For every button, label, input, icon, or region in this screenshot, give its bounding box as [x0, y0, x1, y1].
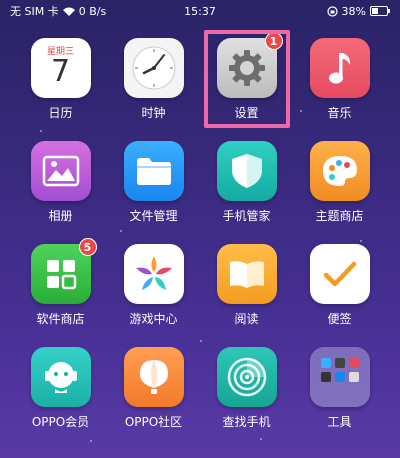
palette-icon: [309, 141, 370, 201]
app-label: 手机管家: [222, 209, 271, 223]
app-settings[interactable]: 1 设置: [200, 30, 293, 133]
game-star-icon: [123, 244, 184, 304]
app-theme-store[interactable]: 主题商店: [293, 133, 386, 236]
app-tools-folder[interactable]: 工具: [293, 339, 386, 442]
app-oppo-member[interactable]: OPPO会员: [14, 339, 107, 442]
app-phone-manager[interactable]: 手机管家: [200, 133, 293, 236]
clock-icon: [123, 38, 184, 98]
status-left: 无 SIM 卡 0 B/s: [10, 3, 106, 19]
app-game-center[interactable]: 游戏中心: [107, 236, 200, 339]
app-label: 设置: [234, 106, 259, 120]
carrier-text: 无 SIM 卡: [10, 5, 59, 18]
app-oppo-community[interactable]: OPPO社区: [107, 339, 200, 442]
notification-badge: 5: [78, 238, 97, 256]
status-right: 38%: [326, 4, 390, 18]
member-icon: [30, 347, 91, 407]
app-calendar[interactable]: 星期三 7 日历: [14, 30, 107, 133]
app-label: 阅读: [234, 312, 259, 326]
app-label: 文件管理: [129, 209, 178, 223]
app-gallery[interactable]: 相册: [14, 133, 107, 236]
calendar-day: 7: [50, 54, 71, 89]
wifi-icon: [62, 7, 75, 16]
notification-badge: 1: [264, 32, 283, 50]
app-file-manager[interactable]: 文件管理: [107, 133, 200, 236]
app-label: 时钟: [141, 106, 166, 120]
app-label: 主题商店: [315, 209, 364, 223]
app-music[interactable]: 音乐: [293, 30, 386, 133]
checkmark-note-icon: [309, 244, 370, 304]
app-label: 音乐: [327, 106, 352, 120]
folder-icon: [123, 141, 184, 201]
app-notes[interactable]: 便签: [293, 236, 386, 339]
app-label: 日历: [48, 106, 73, 120]
app-clock[interactable]: 时钟: [107, 30, 200, 133]
music-note-icon: [309, 38, 370, 98]
app-label: 软件商店: [36, 312, 85, 326]
status-bar: 无 SIM 卡 0 B/s 15:37 38%: [0, 0, 400, 22]
app-grid: 星期三 7 日历 时钟 1 设置 音乐 相册 文件管理 手机管家 主题商店 5 …: [14, 30, 386, 442]
app-software-store[interactable]: 5 软件商店: [14, 236, 107, 339]
app-label: 游戏中心: [129, 312, 178, 326]
app-label: 查找手机: [222, 415, 271, 429]
app-label: 工具: [327, 415, 352, 429]
radar-icon: [216, 347, 277, 407]
app-label: 便签: [327, 312, 352, 326]
app-store-icon: 5: [30, 238, 97, 304]
calendar-icon: 星期三 7: [30, 38, 91, 98]
app-find-phone[interactable]: 查找手机: [200, 339, 293, 442]
app-reading[interactable]: 阅读: [200, 236, 293, 339]
gear-icon: 1: [216, 32, 283, 98]
balloon-icon: [123, 347, 184, 407]
battery-percent: 38%: [341, 4, 366, 18]
folder-grid-icon: [309, 347, 370, 407]
app-label: 相册: [48, 209, 73, 223]
battery-icon: [370, 6, 390, 16]
shield-icon: [216, 141, 277, 201]
app-label: OPPO社区: [124, 415, 183, 429]
rotation-lock-icon: [326, 5, 338, 17]
photo-icon: [30, 141, 91, 201]
app-label: OPPO会员: [31, 415, 90, 429]
network-speed: 0 B/s: [78, 4, 107, 18]
book-icon: [216, 244, 277, 304]
